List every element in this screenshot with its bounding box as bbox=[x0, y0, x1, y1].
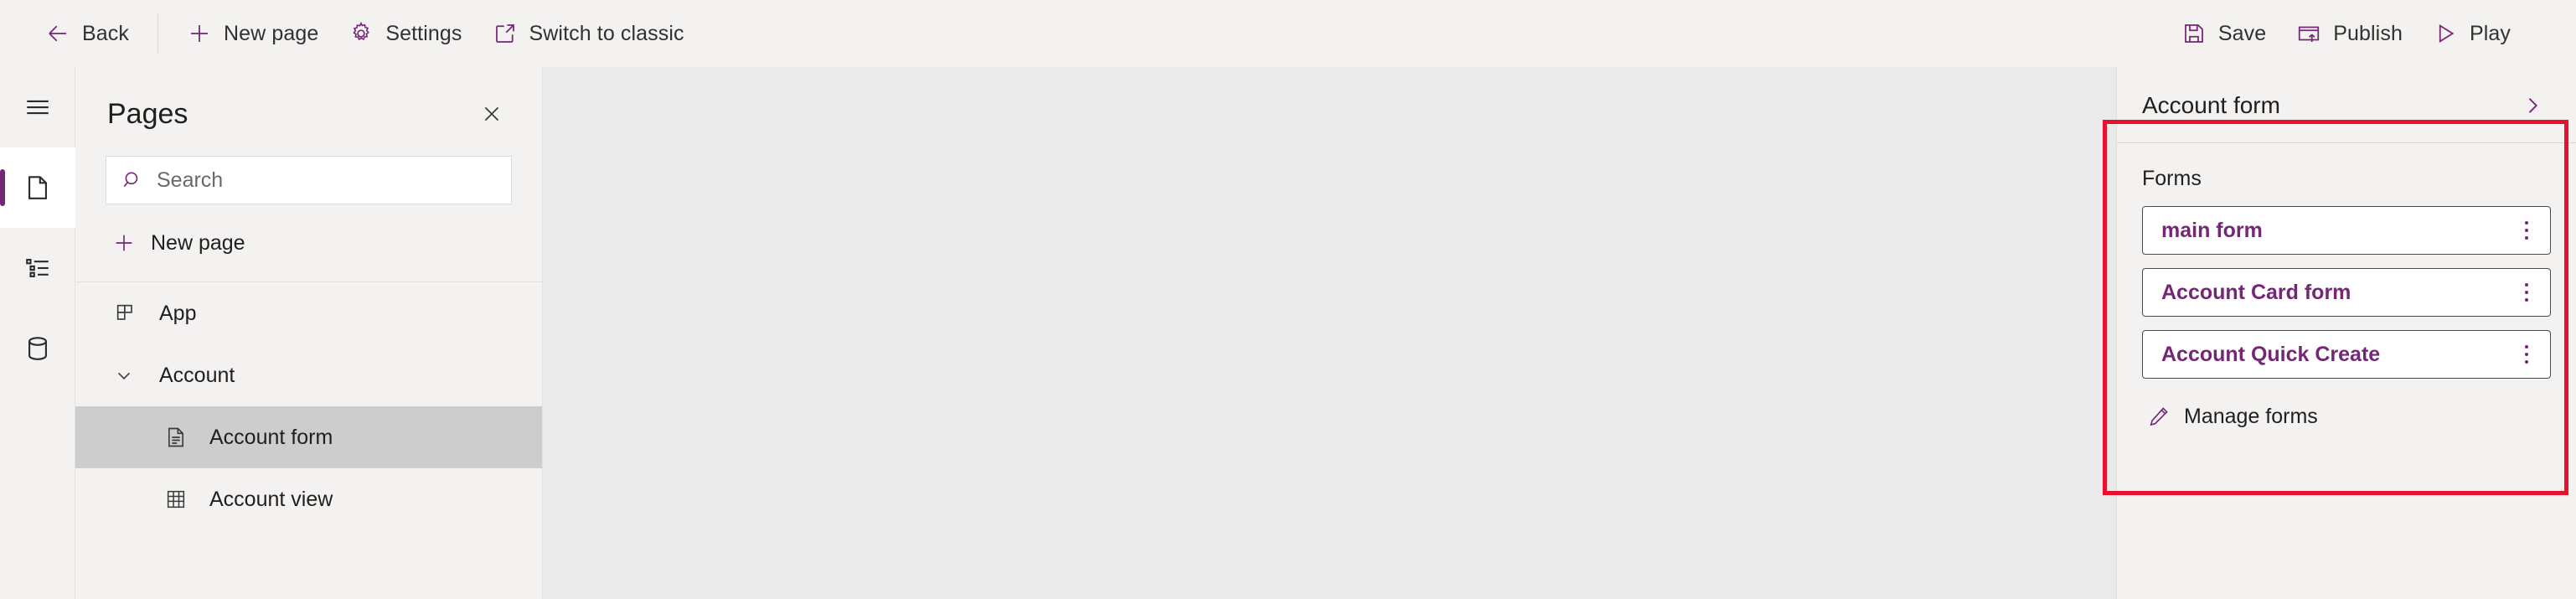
plus-icon bbox=[112, 231, 136, 255]
more-options-icon[interactable] bbox=[2508, 210, 2545, 250]
back-button[interactable]: Back bbox=[30, 9, 144, 58]
app-grid-icon bbox=[109, 302, 142, 325]
publish-button[interactable]: Publish bbox=[2281, 9, 2418, 58]
chevron-down-icon[interactable] bbox=[107, 364, 141, 386]
command-bar: Back New page Settings Switch to classic… bbox=[0, 0, 2576, 67]
pencil-icon bbox=[2147, 405, 2171, 428]
close-button[interactable] bbox=[470, 92, 514, 136]
more-options-icon[interactable] bbox=[2508, 334, 2545, 374]
command-bar-divider bbox=[157, 13, 158, 54]
settings-button-label: Settings bbox=[385, 21, 462, 45]
rail-item-pages[interactable] bbox=[0, 147, 75, 228]
play-icon bbox=[2433, 21, 2458, 46]
collapse-panel-button[interactable] bbox=[2512, 85, 2553, 126]
form-card-account-card-form[interactable]: Account Card form bbox=[2142, 268, 2551, 317]
new-page-button[interactable]: New page bbox=[172, 9, 333, 58]
form-name: Account Card form bbox=[2161, 280, 2351, 304]
tree-item-account-form-label: Account form bbox=[209, 425, 333, 449]
switch-to-classic-button-label: Switch to classic bbox=[529, 21, 684, 45]
forms-section-label: Forms bbox=[2142, 167, 2202, 190]
page-icon bbox=[23, 173, 52, 202]
tree-item-account-form[interactable]: Account form bbox=[75, 406, 542, 468]
form-card-account-quick-create[interactable]: Account Quick Create bbox=[2142, 330, 2551, 379]
page-title: Pages bbox=[107, 97, 188, 130]
form-name: main form bbox=[2161, 218, 2263, 242]
chevron-right-icon bbox=[2521, 94, 2544, 117]
arrow-left-icon bbox=[45, 21, 70, 46]
search-input[interactable] bbox=[157, 168, 496, 193]
new-page-button-label: New page bbox=[223, 21, 319, 45]
more-options-icon[interactable] bbox=[2508, 272, 2545, 312]
gear-icon bbox=[348, 21, 374, 46]
publish-button-label: Publish bbox=[2333, 21, 2403, 45]
pages-panel-header: Pages bbox=[75, 67, 542, 136]
manage-forms-label: Manage forms bbox=[2184, 404, 2318, 428]
form-icon bbox=[159, 426, 193, 449]
rail-item-hamburger[interactable] bbox=[0, 67, 75, 147]
command-bar-right-group: Save Publish Play bbox=[2166, 9, 2576, 58]
left-rail bbox=[0, 67, 75, 599]
rail-item-navigation[interactable] bbox=[0, 228, 75, 308]
form-card-main-form[interactable]: main form bbox=[2142, 206, 2551, 255]
pages-panel: Pages New page bbox=[75, 67, 543, 599]
manage-forms-link[interactable]: Manage forms bbox=[2142, 392, 2333, 441]
pages-tree: App Account Account form Account view bbox=[75, 281, 542, 530]
save-button-label: Save bbox=[2217, 21, 2267, 45]
command-bar-left-group: Back New page Settings Switch to classic bbox=[0, 9, 699, 58]
tree-item-app[interactable]: App bbox=[75, 282, 542, 344]
tree-item-app-label: App bbox=[159, 301, 197, 325]
publish-icon bbox=[2296, 21, 2321, 46]
search-container bbox=[75, 136, 542, 204]
properties-panel-title: Account form bbox=[2142, 92, 2280, 118]
table-icon bbox=[159, 488, 193, 511]
rail-item-data[interactable] bbox=[0, 308, 75, 389]
save-icon bbox=[2181, 21, 2207, 46]
properties-panel-header: Account form bbox=[2117, 67, 2576, 126]
new-page-link[interactable]: New page bbox=[106, 216, 512, 270]
tree-item-account-view[interactable]: Account view bbox=[75, 468, 542, 530]
hamburger-icon bbox=[23, 93, 52, 121]
properties-panel-body: Forms main form Account Card form Accoun… bbox=[2117, 143, 2576, 441]
tree-item-account[interactable]: Account bbox=[75, 344, 542, 406]
play-button[interactable]: Play bbox=[2418, 9, 2526, 58]
search-box[interactable] bbox=[106, 156, 512, 204]
save-button[interactable]: Save bbox=[2166, 9, 2281, 58]
tree-item-account-label: Account bbox=[159, 363, 235, 387]
search-icon bbox=[121, 169, 143, 191]
design-canvas[interactable] bbox=[543, 67, 2116, 599]
open-in-new-icon bbox=[493, 21, 518, 46]
form-name: Account Quick Create bbox=[2161, 342, 2381, 366]
back-button-label: Back bbox=[82, 21, 129, 45]
plus-icon bbox=[187, 21, 212, 46]
settings-button[interactable]: Settings bbox=[333, 9, 477, 58]
switch-to-classic-button[interactable]: Switch to classic bbox=[478, 9, 699, 58]
new-page-link-label: New page bbox=[151, 230, 245, 255]
list-tree-icon bbox=[23, 254, 52, 282]
close-icon bbox=[481, 103, 503, 125]
tree-item-account-view-label: Account view bbox=[209, 487, 333, 511]
database-icon bbox=[23, 334, 52, 363]
properties-panel: Account form Forms main form Account Car… bbox=[2116, 67, 2576, 599]
play-button-label: Play bbox=[2469, 21, 2511, 45]
